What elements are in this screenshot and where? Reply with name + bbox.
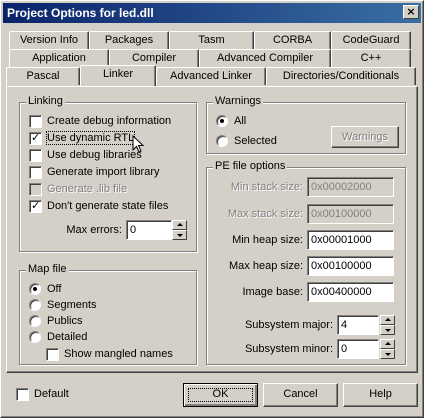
tab-packages[interactable]: Packages xyxy=(89,31,169,49)
help-button[interactable]: Help xyxy=(343,383,418,407)
linker-panel xyxy=(6,86,418,373)
tab-advanced-linker[interactable]: Advanced Linker xyxy=(156,67,266,85)
default-checkbox[interactable]: Default xyxy=(16,388,69,403)
tab-tasm[interactable]: Tasm xyxy=(169,31,254,49)
cancel-button[interactable]: Cancel xyxy=(263,383,338,407)
tab-linker[interactable]: Linker xyxy=(80,65,156,86)
close-icon: × xyxy=(406,5,416,18)
checkbox-box[interactable] xyxy=(16,388,29,401)
close-button[interactable]: × xyxy=(403,5,419,19)
tab-directories-conditionals[interactable]: Directories/Conditionals xyxy=(266,67,416,85)
mouse-pointer-icon xyxy=(132,135,145,153)
tab-pascal[interactable]: Pascal xyxy=(6,67,80,85)
tab-codeguard[interactable]: CodeGuard xyxy=(331,31,411,49)
title-bar[interactable]: Project Options for led.dll × xyxy=(3,3,421,23)
project-options-dialog: Project Options for led.dll × Version In… xyxy=(0,0,424,418)
tab-advanced-compiler[interactable]: Advanced Compiler xyxy=(199,49,331,67)
ok-button[interactable]: OK xyxy=(183,383,258,407)
tab-corba[interactable]: CORBA xyxy=(254,31,331,49)
tab-version-info[interactable]: Version Info xyxy=(9,31,89,49)
tab-cpp[interactable]: C++ xyxy=(331,49,411,67)
window-title: Project Options for led.dll xyxy=(7,6,154,20)
